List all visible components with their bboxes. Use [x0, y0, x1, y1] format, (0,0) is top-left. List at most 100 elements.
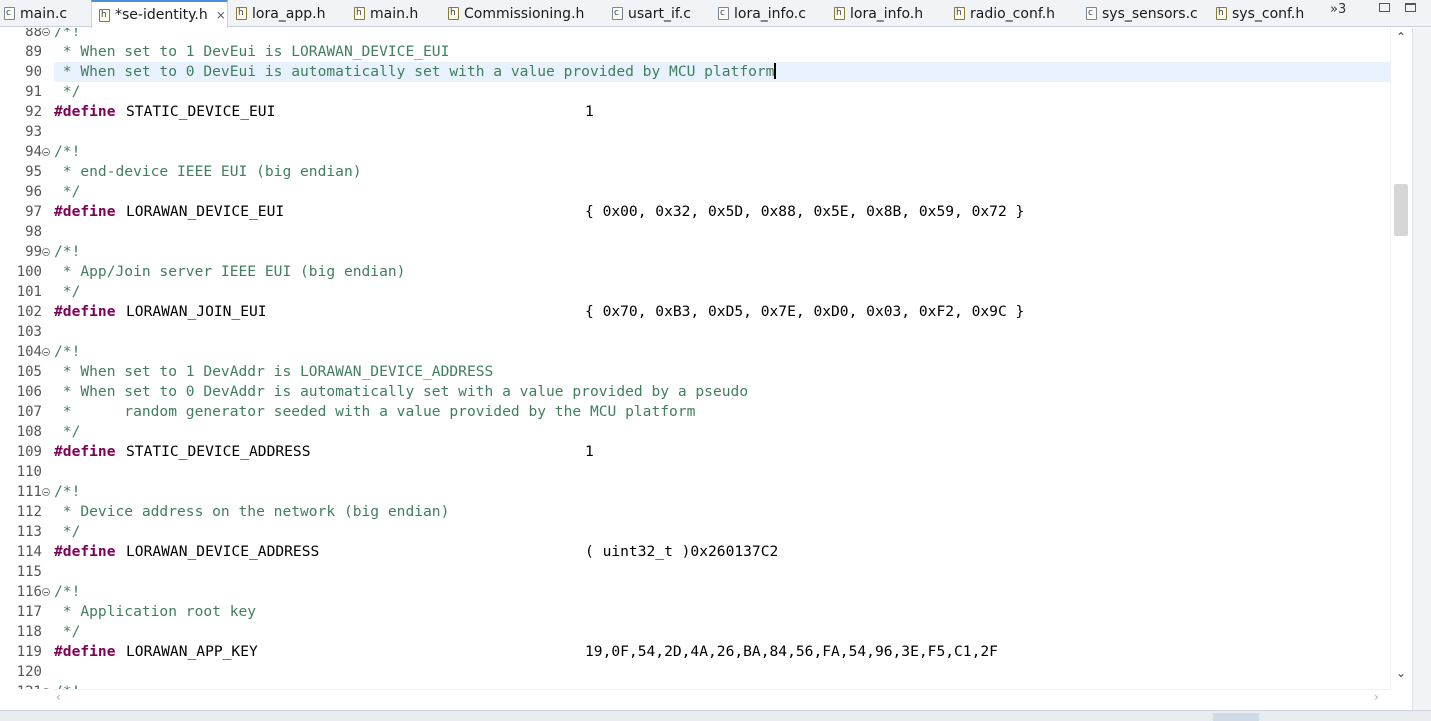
code-text: #define LORAWAN_DEVICE_ADDRESS ( uint32_t …: [54, 542, 1390, 562]
comment-text: */: [54, 83, 81, 100]
fold-toggle-icon[interactable]: [42, 148, 50, 156]
code-line[interactable]: 102 #define LORAWAN_JOIN_EUI { 0x70, 0xB3, …: [0, 302, 1390, 322]
status-segment: [1213, 713, 1259, 721]
code-line[interactable]: 100 * App/Join server IEEE EUI (big endi…: [0, 262, 1390, 282]
code-line[interactable]: 95 * end-device IEEE EUI (big endian): [0, 162, 1390, 182]
line-number: 105: [16, 364, 42, 380]
code-line[interactable]: 96 */: [0, 182, 1390, 202]
vertical-scrollbar[interactable]: ⌃ ⌄: [1390, 28, 1412, 689]
code-line[interactable]: 106 * When set to 0 DevAddr is automatic…: [0, 382, 1390, 402]
code-line[interactable]: 104 /*!: [0, 342, 1390, 362]
comment-text: * Application root key: [54, 603, 257, 620]
line-number: 120: [16, 664, 42, 680]
scrollbar-thumb[interactable]: [1394, 184, 1408, 236]
code-line[interactable]: 114 #define LORAWAN_DEVICE_ADDRESS ( uint32…: [0, 542, 1390, 562]
macro-name: LORAWAN_APP_KEY: [126, 643, 258, 660]
line-number: 100: [16, 264, 42, 280]
code-text: /*!: [54, 28, 1390, 42]
tab-se-identity-h[interactable]: h *se-identity.h ⨯: [91, 0, 228, 28]
code-line[interactable]: 98: [0, 222, 1390, 242]
tab-main-c[interactable]: c main.c: [4, 0, 67, 27]
code-line[interactable]: 103: [0, 322, 1390, 342]
c-file-icon: c: [612, 7, 623, 20]
code-line[interactable]: 99 /*!: [0, 242, 1390, 262]
code-line[interactable]: 110: [0, 462, 1390, 482]
code-line[interactable]: 116 /*!: [0, 582, 1390, 602]
chevron-down-icon[interactable]: ⌄: [1396, 666, 1406, 680]
code-text: * random generator seeded with a value p…: [54, 402, 1390, 422]
tab-overflow-button[interactable]: »3: [1330, 2, 1346, 17]
chevron-left-icon[interactable]: ‹: [56, 690, 61, 704]
comment-text: * When set to 0 DevAddr is automatically…: [54, 383, 749, 400]
comment-text: /*!: [54, 28, 81, 40]
code-text: /*!: [54, 142, 1390, 162]
tab-radio-conf-h[interactable]: h radio_conf.h: [954, 0, 1055, 27]
code-editor[interactable]: 88 /*! 89 * When set to 1 DevEui is LORAWA…: [0, 28, 1390, 689]
code-line[interactable]: 119 #define LORAWAN_APP_KEY 19,0F,54,2D,4A,…: [0, 642, 1390, 662]
minimize-icon[interactable]: [1379, 3, 1390, 12]
macro-name: STATIC_DEVICE_EUI: [126, 103, 276, 120]
tab-lora-app-h[interactable]: h lora_app.h: [236, 0, 325, 27]
code-line[interactable]: 107 * random generator seeded with a val…: [0, 402, 1390, 422]
code-line[interactable]: 97 #define LORAWAN_DEVICE_EUI { 0x00, 0x32,…: [0, 202, 1390, 222]
code-line[interactable]: 91 */: [0, 82, 1390, 102]
code-line[interactable]: 113 */: [0, 522, 1390, 542]
status-bar: [0, 710, 1431, 721]
code-line[interactable]: 118 */: [0, 622, 1390, 642]
line-number: 103: [16, 324, 42, 340]
tab-sys-sensors-c[interactable]: c sys_sensors.c: [1086, 0, 1198, 27]
fold-toggle-icon[interactable]: [42, 588, 50, 596]
tab-main-h[interactable]: h main.h: [354, 0, 418, 27]
code-text: /*!: [54, 682, 1390, 689]
horizontal-scrollbar[interactable]: ‹ ›: [54, 689, 1390, 707]
maximize-icon[interactable]: [1405, 3, 1416, 12]
chevron-up-icon[interactable]: ⌃: [1396, 30, 1406, 44]
tab-sys-conf-h[interactable]: h sys_conf.h: [1216, 0, 1304, 27]
code-line[interactable]: 93: [0, 122, 1390, 142]
fold-toggle-icon[interactable]: [42, 688, 50, 689]
tab-label: main.c: [20, 5, 68, 22]
fold-toggle-icon[interactable]: [42, 348, 50, 356]
macro-name: LORAWAN_JOIN_EUI: [126, 303, 267, 320]
c-file-icon: c: [718, 7, 729, 20]
code-line[interactable]: 121 /*!: [0, 682, 1390, 689]
code-text: * end-device IEEE EUI (big endian): [54, 162, 1390, 182]
code-line[interactable]: 92 #define STATIC_DEVICE_EUI 1: [0, 102, 1390, 122]
chevron-right-icon[interactable]: ›: [1374, 690, 1379, 704]
fold-toggle-icon[interactable]: [42, 248, 50, 256]
h-file-icon: h: [1216, 7, 1227, 20]
code-line[interactable]: 90 * When set to 0 DevEui is automatical…: [0, 62, 1390, 82]
code-line[interactable]: 120: [0, 662, 1390, 682]
fold-toggle-icon[interactable]: [42, 488, 50, 496]
comment-text: * When set to 1 DevEui is LORAWAN_DEVICE…: [54, 43, 450, 60]
code-line[interactable]: 117 * Application root key: [0, 602, 1390, 622]
close-icon[interactable]: ⨯: [216, 8, 226, 22]
comment-text: /*!: [54, 483, 81, 500]
code-line[interactable]: 101 */: [0, 282, 1390, 302]
code-line[interactable]: 88 /*!: [0, 28, 1390, 42]
code-line[interactable]: 111 /*!: [0, 482, 1390, 502]
fold-toggle-icon[interactable]: [42, 28, 50, 36]
tab-usart-if-c[interactable]: c usart_if.c: [612, 0, 691, 27]
code-line[interactable]: 109 #define STATIC_DEVICE_ADDRESS 1: [0, 442, 1390, 462]
macro-value: { 0x00, 0x32, 0x5D, 0x88, 0x5E, 0x8B, 0x…: [585, 203, 1025, 220]
code-line[interactable]: 94 /*!: [0, 142, 1390, 162]
code-text: /*!: [54, 582, 1390, 602]
comment-text: * When set to 1 DevAddr is LORAWAN_DEVIC…: [54, 363, 494, 380]
tab-label: lora_app.h: [252, 5, 326, 22]
code-text: * When set to 1 DevEui is LORAWAN_DEVICE…: [54, 42, 1390, 62]
code-line[interactable]: 105 * When set to 1 DevAddr is LORAWAN_D…: [0, 362, 1390, 382]
code-line[interactable]: 89 * When set to 1 DevEui is LORAWAN_DEV…: [0, 42, 1390, 62]
tab-commissioning-h[interactable]: h Commissioning.h: [448, 0, 584, 27]
define-keyword: #define: [54, 303, 116, 320]
tab-lora-info-c[interactable]: c lora_info.c: [718, 0, 806, 27]
code-line[interactable]: 112 * Device address on the network (big…: [0, 502, 1390, 522]
code-line[interactable]: 115: [0, 562, 1390, 582]
tab-lora-info-h[interactable]: h lora_info.h: [834, 0, 923, 27]
code-line[interactable]: 108 */: [0, 422, 1390, 442]
tab-label: radio_conf.h: [970, 5, 1056, 22]
h-file-icon: h: [834, 7, 845, 20]
comment-text: /*!: [54, 143, 81, 160]
line-number: 110: [16, 464, 42, 480]
